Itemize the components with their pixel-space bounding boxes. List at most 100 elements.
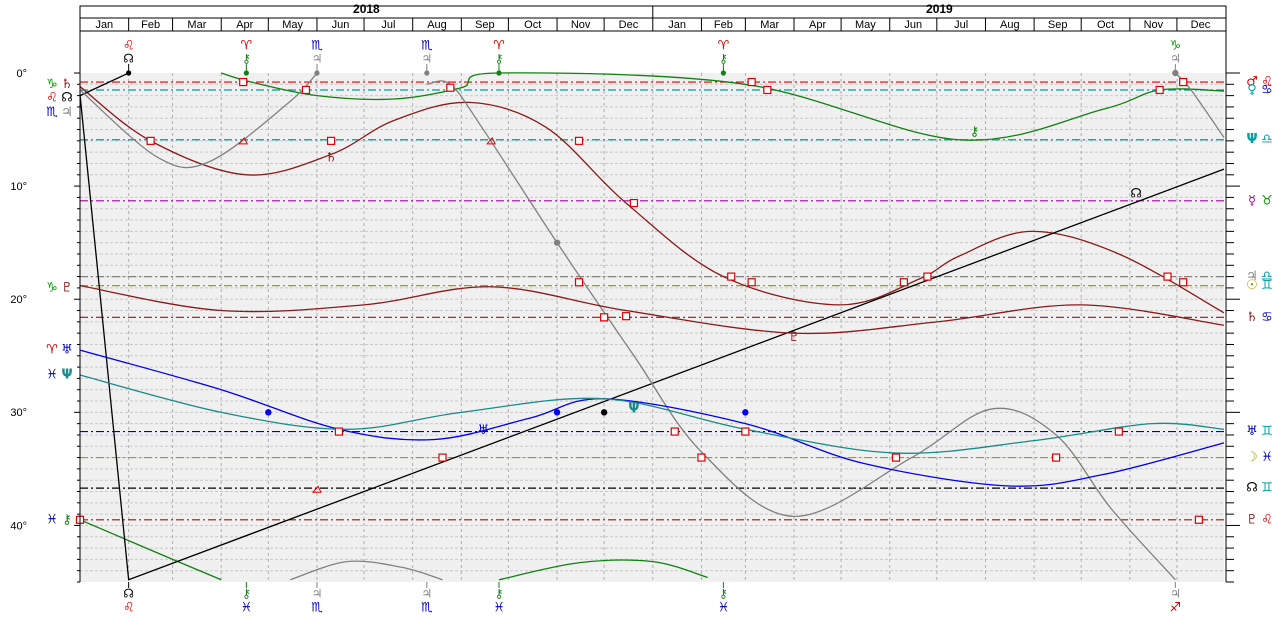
month-label: Mar bbox=[760, 19, 779, 31]
month-label: Oct bbox=[1097, 19, 1114, 31]
month-label: Dec bbox=[1191, 19, 1211, 31]
marker-square bbox=[1194, 515, 1203, 524]
ref-line-glyph: ♊ bbox=[1261, 278, 1273, 293]
ref-line-glyph: ♅ bbox=[1246, 424, 1258, 439]
month-label: Mar bbox=[187, 19, 206, 31]
marker-dot bbox=[742, 409, 749, 416]
month-label: Jan bbox=[95, 19, 113, 31]
year-label: 2019 bbox=[926, 2, 953, 16]
month-label: Aug bbox=[1000, 19, 1020, 31]
marker-square bbox=[1179, 77, 1188, 87]
y-tick-label: 0° bbox=[16, 68, 27, 80]
left-glyph: ⚷ bbox=[62, 512, 72, 527]
year-label: 2018 bbox=[353, 2, 380, 16]
month-label: Oct bbox=[524, 19, 541, 31]
marker-square bbox=[697, 453, 706, 462]
left-glyph: ♑ bbox=[46, 280, 58, 295]
ref-line-glyph: ♊ bbox=[1261, 481, 1273, 496]
marker-square bbox=[741, 427, 750, 436]
month-label: Feb bbox=[141, 19, 160, 31]
marker-dot bbox=[265, 409, 272, 416]
marker-square bbox=[629, 198, 639, 208]
ref-line-glyph: ♄ bbox=[1246, 310, 1258, 325]
ref-line-glyph: ☉ bbox=[1246, 278, 1258, 293]
top-event-dot bbox=[720, 70, 727, 76]
ref-line-glyph: ♋ bbox=[1261, 82, 1273, 97]
marker-square bbox=[899, 278, 908, 287]
y-tick-label: 40° bbox=[10, 520, 27, 532]
marker-square bbox=[923, 272, 932, 281]
ref-line-glyph: ☿ bbox=[1248, 193, 1256, 208]
marker-square bbox=[600, 313, 609, 322]
marker-dot bbox=[553, 239, 561, 246]
ref-line-glyph: ♌ bbox=[1261, 512, 1273, 527]
left-glyph: ♓ bbox=[46, 368, 58, 383]
left-glyph: ♓ bbox=[46, 512, 58, 527]
left-glyph: ☊ bbox=[61, 90, 73, 105]
bottom-event-sign: ♏ bbox=[311, 601, 323, 616]
marker-square bbox=[326, 136, 336, 145]
ref-line-glyph: ☊ bbox=[1246, 481, 1258, 496]
bottom-event-planet: ☊ bbox=[123, 587, 134, 601]
marker-square bbox=[763, 85, 772, 95]
marker-square bbox=[1179, 278, 1188, 287]
month-label: Nov bbox=[571, 19, 591, 31]
top-event-dot bbox=[314, 70, 320, 76]
month-label: May bbox=[855, 19, 876, 31]
ref-line-glyph: ♊ bbox=[1261, 424, 1273, 439]
month-label: Jun bbox=[332, 19, 350, 31]
top-event-dot bbox=[496, 70, 502, 76]
month-label: Jul bbox=[381, 19, 395, 31]
marker-square bbox=[747, 278, 756, 287]
marker-square bbox=[446, 83, 455, 92]
left-glyph: ♅ bbox=[61, 343, 73, 358]
inline-glyph: Ψ bbox=[628, 401, 639, 416]
bottom-event-sign: ♌ bbox=[123, 601, 135, 616]
inline-glyph: ♇ bbox=[788, 330, 800, 345]
marker-square bbox=[622, 312, 631, 321]
marker-square bbox=[334, 427, 344, 436]
inline-glyph: ⚷ bbox=[970, 124, 980, 139]
left-glyph: Ψ bbox=[61, 368, 72, 383]
bottom-event-sign: ♓ bbox=[241, 601, 253, 616]
month-label: Apr bbox=[236, 19, 253, 31]
top-event-planet: ⚷ bbox=[495, 52, 504, 66]
inline-glyph: ♄ bbox=[325, 150, 337, 165]
left-glyph: ♌ bbox=[46, 90, 58, 105]
bottom-event-sign: ♓ bbox=[493, 601, 505, 616]
ephemeris-chart: 2018 2019 Jan Feb Mar Apr May Jun Jul Aug Sep Oct No… bbox=[10, 2, 1273, 616]
bottom-event-sign: ♓ bbox=[718, 601, 730, 616]
marker-square bbox=[1051, 453, 1061, 462]
month-label: Sep bbox=[1048, 19, 1068, 31]
inline-glyph: ☊ bbox=[1130, 187, 1142, 202]
ref-line-glyph: ♉ bbox=[1261, 193, 1273, 208]
left-glyph: ♃ bbox=[61, 105, 73, 120]
month-label: Dec bbox=[619, 19, 639, 31]
bottom-event-planet: ⚷ bbox=[242, 587, 251, 601]
marker-square bbox=[574, 136, 584, 145]
marker-square bbox=[1163, 272, 1172, 281]
bottom-event-planet: ♃ bbox=[312, 587, 323, 601]
ref-line-glyph: ☽ bbox=[1246, 450, 1258, 465]
top-event-dot bbox=[126, 70, 132, 76]
bottom-event-sign: ♐ bbox=[1170, 601, 1182, 616]
marker-square bbox=[146, 136, 155, 145]
month-label: Feb bbox=[714, 19, 733, 31]
ref-line-glyph: ♀ bbox=[1247, 82, 1257, 97]
y-tick-label: 10° bbox=[10, 181, 27, 193]
y-tick-label: 30° bbox=[10, 407, 27, 419]
plot-background bbox=[80, 73, 1224, 582]
bottom-event-planet: ⚷ bbox=[719, 587, 728, 601]
month-label: Aug bbox=[427, 19, 447, 31]
y-tick-label: 20° bbox=[10, 294, 27, 306]
top-event-planet: ♃ bbox=[1170, 52, 1181, 66]
ref-line-glyph: ♎ bbox=[1261, 132, 1273, 147]
month-label: Jun bbox=[904, 19, 922, 31]
left-glyph: ♈ bbox=[46, 343, 58, 358]
left-glyph: ♏ bbox=[46, 105, 58, 120]
top-event-planet: ☊ bbox=[123, 52, 134, 66]
ref-line-glyph: ♓ bbox=[1261, 450, 1273, 465]
bottom-event-sign: ♏ bbox=[421, 601, 433, 616]
ref-line-glyph: ♋ bbox=[1261, 310, 1273, 325]
top-event-dot bbox=[424, 70, 430, 76]
